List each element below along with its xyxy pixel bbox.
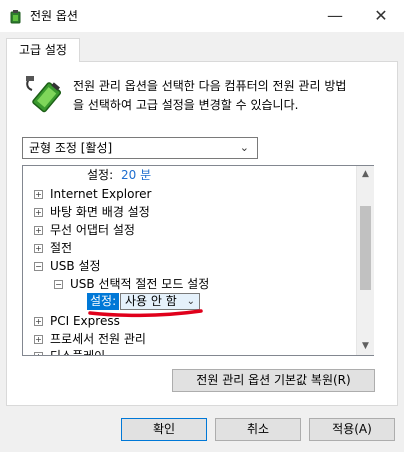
power-options-icon <box>10 10 21 24</box>
expand-icon[interactable]: + <box>34 226 43 235</box>
ok-button[interactable]: 확인 <box>121 418 207 441</box>
power-plan-select[interactable]: 균형 조정 [활성] ⌄ <box>22 137 258 159</box>
collapse-icon[interactable]: − <box>34 262 43 271</box>
chevron-down-icon: ⌄ <box>239 141 249 154</box>
expand-icon[interactable]: + <box>34 244 43 253</box>
scroll-up-icon[interactable]: ▲ <box>357 166 374 183</box>
expand-icon[interactable]: + <box>34 335 43 344</box>
power-plan-value: 균형 조정 [활성] <box>29 141 113 155</box>
apply-button[interactable]: 적용(A) <box>309 418 395 441</box>
settings-tree: 설정: 20 분 + Internet Explorer + 바탕 화면 배경 … <box>22 165 374 356</box>
restore-defaults-button[interactable]: 전원 관리 옵션 기본값 복원(R) <box>172 369 375 392</box>
description-text: 전원 관리 옵션을 선택한 다음 컴퓨터의 전원 관리 방법 을 선택하여 고급… <box>73 77 383 115</box>
cancel-button[interactable]: 취소 <box>215 418 301 441</box>
scroll-down-icon[interactable]: ▼ <box>357 338 374 355</box>
tree-item-label: USB 선택적 절전 모드 설정 <box>70 277 210 291</box>
tree-item-label: 무선 어댑터 설정 <box>50 223 135 237</box>
tab-advanced-settings[interactable]: 고급 설정 <box>6 38 80 62</box>
red-annotation-underline <box>88 309 203 318</box>
tree-item-label: 프로세서 전원 관리 <box>50 332 146 346</box>
tree-item-label: USB 설정 <box>50 259 101 273</box>
collapse-icon[interactable]: − <box>54 280 63 289</box>
minimize-button[interactable]: — <box>312 0 358 32</box>
expand-icon[interactable]: + <box>34 208 43 217</box>
tree-scrollbar[interactable]: ▲ ▼ <box>356 166 374 355</box>
setting-label: 설정: <box>87 168 114 182</box>
battery-plug-icon <box>26 76 62 113</box>
close-button[interactable]: ✕ <box>358 0 404 32</box>
description-line-1: 전원 관리 옵션을 선택한 다음 컴퓨터의 전원 관리 방법 <box>73 79 347 93</box>
expand-icon[interactable]: + <box>34 352 43 355</box>
tree-item-label: Internet Explorer <box>50 187 152 201</box>
tree-item-label: 디스플레이 <box>50 349 106 356</box>
setting-value[interactable]: 20 분 <box>121 166 151 184</box>
usb-setting-value: 사용 안 함 <box>125 294 177 308</box>
expand-icon[interactable]: + <box>34 317 43 326</box>
tree-item-label: 절전 <box>50 241 73 255</box>
tree-item-label: 바탕 화면 배경 설정 <box>50 205 150 219</box>
expand-icon[interactable]: + <box>34 190 43 199</box>
description-line-2: 을 선택하여 고급 설정을 변경할 수 있습니다. <box>73 98 299 112</box>
scrollbar-thumb[interactable] <box>360 206 371 290</box>
window-title: 전원 옵션 <box>30 9 78 23</box>
chevron-down-icon: ⌄ <box>186 296 195 307</box>
